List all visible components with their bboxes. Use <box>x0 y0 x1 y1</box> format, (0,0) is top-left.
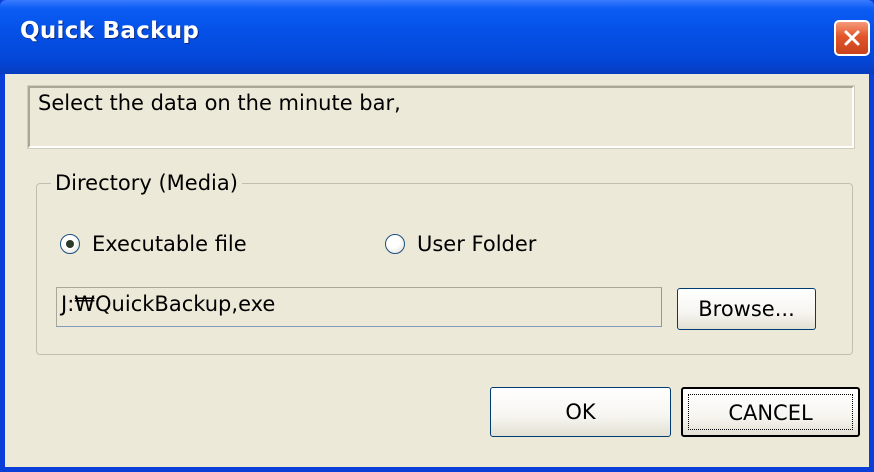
close-icon <box>844 30 860 46</box>
message-text: Select the data on the minute bar, <box>38 91 401 115</box>
directory-group-label: Directory (Media) <box>51 171 242 195</box>
radio-user-folder-label: User Folder <box>417 232 537 256</box>
radio-button-unchecked[interactable] <box>385 234 405 254</box>
close-button[interactable] <box>834 20 870 56</box>
browse-button[interactable]: Browse... <box>677 288 816 330</box>
window-title: Quick Backup <box>20 18 200 44</box>
radio-button-checked[interactable] <box>60 234 80 254</box>
title-bar[interactable]: Quick Backup <box>0 0 874 74</box>
dialog-body: Select the data on the minute bar, Direc… <box>5 74 869 467</box>
cancel-button-label: CANCEL <box>728 401 813 425</box>
radio-user-folder[interactable]: User Folder <box>385 232 536 256</box>
ok-button[interactable]: OK <box>490 387 671 437</box>
path-field[interactable]: J:₩QuickBackup,exe <box>56 287 662 327</box>
cancel-button[interactable]: CANCEL <box>681 387 860 437</box>
quick-backup-dialog: Quick Backup Select the data on the minu… <box>0 0 874 472</box>
radio-executable-file-label: Executable file <box>92 232 247 256</box>
radio-executable-file[interactable]: Executable file <box>60 232 247 256</box>
